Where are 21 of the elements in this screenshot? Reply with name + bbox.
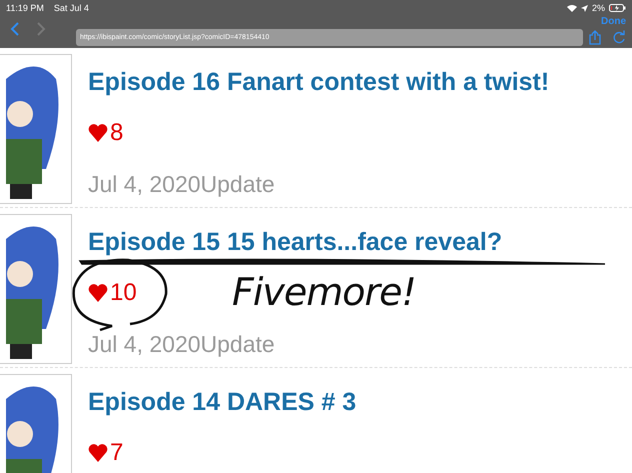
- battery-icon: [609, 4, 626, 12]
- heart-icon: [88, 124, 108, 142]
- status-time: 11:19 PM: [6, 3, 44, 13]
- heart-count: 10: [110, 279, 137, 307]
- location-arrow-icon: [580, 4, 588, 12]
- episode-title[interactable]: Episode 16 Fanart contest with a twist!: [88, 68, 550, 97]
- share-button[interactable]: [589, 30, 601, 44]
- episode-title[interactable]: Episode 14 DARES # 3: [88, 388, 356, 417]
- episode-date: Jul 4, 2020Update: [88, 171, 276, 198]
- heart-count: 8: [110, 119, 124, 147]
- episode-title[interactable]: Episode 15 15 hearts...face reveal?: [88, 228, 502, 257]
- heart-icon: [88, 444, 108, 462]
- episode-date: Jul 4, 2020Update: [88, 331, 276, 358]
- handwritten-note: Fivemore!: [232, 270, 416, 314]
- battery-percent: 2%: [592, 3, 605, 13]
- reload-button[interactable]: [613, 30, 626, 44]
- heart-count: 7: [110, 439, 124, 467]
- wifi-icon: [566, 4, 577, 12]
- status-date: Sat Jul 4: [54, 3, 89, 13]
- heart-icon: [88, 284, 108, 302]
- back-button[interactable]: [10, 22, 20, 36]
